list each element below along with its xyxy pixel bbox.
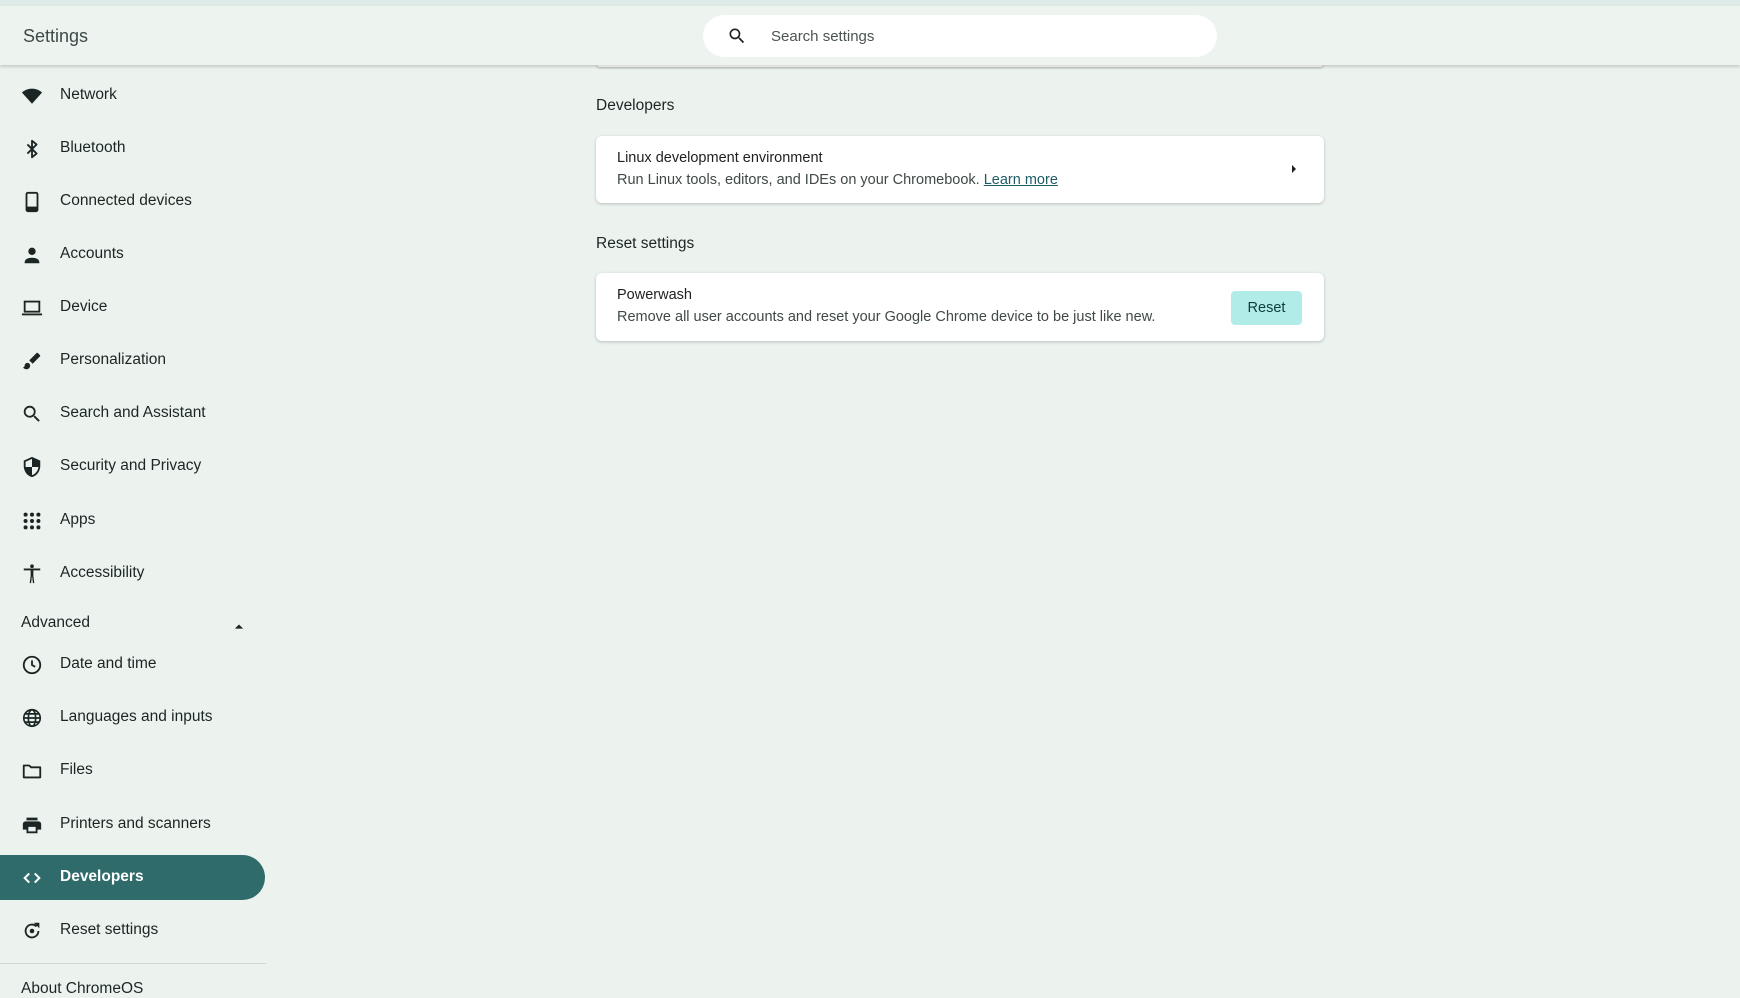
sidebar-item-label: Printers and scanners (60, 815, 211, 832)
sidebar-item-date-time[interactable]: Date and time (0, 642, 265, 687)
sidebar-item-connected-devices[interactable]: Connected devices (0, 179, 265, 224)
sidebar-item-label: Reset settings (60, 921, 159, 938)
sidebar-item-label: Languages and inputs (60, 708, 213, 725)
row-description: Remove all user accounts and reset your … (617, 309, 1156, 325)
sidebar-item-languages-inputs[interactable]: Languages and inputs (0, 695, 265, 740)
sidebar-item-label: Accounts (60, 245, 124, 262)
sidebar-item-label: Network (60, 86, 117, 103)
sidebar-item-printers-scanners[interactable]: Printers and scanners (0, 802, 265, 847)
person-icon (21, 244, 43, 266)
search-icon (727, 26, 747, 46)
code-icon (21, 867, 43, 889)
grid-icon (21, 510, 43, 532)
settings-header: Settings (0, 6, 1740, 65)
sidebar-item-security-privacy[interactable]: Security and Privacy (0, 444, 265, 489)
sidebar-item-reset-settings[interactable]: Reset settings (0, 908, 265, 953)
sidebar: Network Bluetooth Connected devices Acco… (0, 65, 266, 997)
caret-up-icon (229, 617, 249, 637)
linux-dev-env-row[interactable]: Linux development environment Run Linux … (596, 136, 1324, 203)
search-box[interactable] (703, 15, 1217, 57)
laptop-icon (21, 297, 43, 319)
arrow-right-icon (1286, 161, 1302, 177)
globe-icon (21, 707, 43, 729)
row-description: Run Linux tools, editors, and IDEs on yo… (617, 172, 1058, 188)
sidebar-item-about[interactable]: About ChromeOS (21, 980, 143, 998)
reset-icon (21, 920, 43, 942)
learn-more-link[interactable]: Learn more (984, 172, 1058, 188)
wifi-icon (21, 85, 43, 107)
sidebar-item-network[interactable]: Network (0, 73, 265, 118)
sidebar-item-developers[interactable]: Developers (0, 855, 265, 900)
sidebar-item-label: Device (60, 298, 108, 315)
search-icon (21, 403, 43, 425)
brush-icon (21, 350, 43, 372)
sidebar-item-personalization[interactable]: Personalization (0, 338, 265, 383)
sidebar-item-apps[interactable]: Apps (0, 498, 265, 543)
sidebar-item-label: Security and Privacy (60, 457, 202, 474)
printer-icon (21, 814, 43, 836)
sidebar-item-label: Accessibility (60, 564, 145, 581)
sidebar-item-label: Date and time (60, 655, 157, 672)
sidebar-divider (0, 963, 266, 964)
sidebar-item-device[interactable]: Device (0, 285, 265, 330)
phone-icon (21, 191, 43, 213)
advanced-label: Advanced (21, 614, 90, 631)
row-title: Powerwash (617, 287, 692, 303)
sidebar-item-label: Connected devices (60, 192, 192, 209)
sidebar-item-label: Developers (60, 868, 144, 885)
sidebar-item-label: Personalization (60, 351, 166, 368)
app-title: Settings (23, 26, 89, 46)
accessibility-icon (21, 563, 43, 585)
sidebar-item-bluetooth[interactable]: Bluetooth (0, 126, 265, 171)
sidebar-item-label: Bluetooth (60, 139, 126, 156)
section-title-reset: Reset settings (596, 235, 695, 252)
powerwash-row: Powerwash Remove all user accounts and r… (596, 273, 1324, 341)
search-input[interactable] (771, 15, 1191, 57)
bluetooth-icon (21, 138, 43, 160)
row-description-text: Run Linux tools, editors, and IDEs on yo… (617, 172, 980, 188)
reset-button[interactable]: Reset (1231, 291, 1302, 325)
sidebar-item-label: Apps (60, 511, 96, 528)
shield-icon (21, 456, 43, 478)
folder-icon (21, 760, 43, 782)
row-title: Linux development environment (617, 150, 823, 166)
sidebar-item-accounts[interactable]: Accounts (0, 232, 265, 277)
sidebar-item-search-assistant[interactable]: Search and Assistant (0, 391, 265, 436)
section-title-developers: Developers (596, 97, 675, 114)
clock-icon (21, 654, 43, 676)
sidebar-item-accessibility[interactable]: Accessibility (0, 551, 265, 596)
sidebar-item-files[interactable]: Files (0, 748, 265, 793)
advanced-toggle[interactable]: Advanced (0, 606, 266, 644)
sidebar-item-label: Search and Assistant (60, 404, 206, 421)
sidebar-item-label: Files (60, 761, 93, 778)
